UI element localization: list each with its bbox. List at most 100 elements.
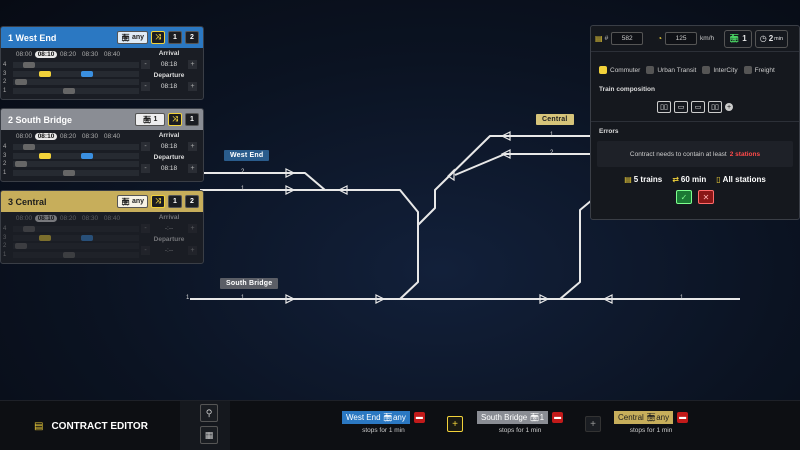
contract-summary: ▤ 5 trains ⇄ 60 min ▯ All stations [591,175,799,184]
departure-plus-button[interactable]: + [188,164,197,173]
platform-track[interactable] [13,161,139,168]
platform-number: 2 [3,79,7,86]
contract-details-panel: ▤ # 582 ◔ 125 km/h 🚋︎ 1 ◷ 2 min Commuter… [590,25,800,220]
shuffle-button[interactable]: ⤨ [168,113,182,126]
delete-stop-button[interactable]: ▬ [552,412,564,423]
platform-track[interactable] [13,243,139,250]
wagon-icon[interactable]: ▭ [691,101,705,113]
checkbox-unchecked[interactable] [743,66,752,74]
platform-track[interactable] [13,79,139,86]
train-slot[interactable] [15,79,27,86]
train-slot[interactable] [81,152,93,159]
station-card-west-end[interactable]: 1 West End 🚋︎ any ⤨ 1 2 08:00 08:10 08:2… [0,26,204,100]
station-card-header[interactable]: 3 Central 🚋︎ any ⤨ 1 2 [1,191,203,212]
station-card-header[interactable]: 1 West End 🚋︎ any ⤨ 1 2 [1,27,203,48]
station-card-central[interactable]: 3 Central 🚋︎ any ⤨ 1 2 08:00 08:10 08:20… [0,190,204,264]
arrival-plus-button[interactable]: + [188,142,197,151]
train-slot[interactable] [63,169,75,176]
platform-track[interactable] [13,152,139,159]
checkbox-checked[interactable] [599,66,607,74]
departure-plus-button[interactable]: + [188,246,197,255]
stop-one-button[interactable]: 1 [168,195,182,208]
contract-number-input[interactable]: 582 [611,32,644,45]
delete-stop-button[interactable]: ▬ [677,412,689,423]
station-icon: ▯ [716,175,721,184]
stop-count-button[interactable]: 2 [185,31,199,44]
train-type-chip[interactable]: 🚋︎ any [117,195,148,208]
train-slot[interactable] [81,234,93,241]
arrival-minus-button[interactable]: - [141,142,150,151]
checkbox-unchecked[interactable] [646,66,655,74]
platform-track[interactable] [13,226,139,233]
platform-track[interactable] [13,144,139,151]
train-count-box[interactable]: 🚋︎ 1 [724,29,752,48]
add-stop-button[interactable]: + [447,416,463,432]
train-slot[interactable] [81,70,93,77]
train-slot[interactable] [15,243,27,250]
train-type-chip[interactable]: 🚋︎ 1 [135,113,165,126]
arrival-minus-button[interactable]: - [141,60,150,69]
locomotive-icon[interactable]: ▯▯ [708,101,722,113]
platform-track[interactable] [13,70,139,77]
stop-count-button[interactable]: 2 [185,195,199,208]
grid-button[interactable]: ▦ [200,426,218,444]
stop-item-west-end[interactable]: West End 🚋︎ any ▬ stops for 1 min [342,411,425,434]
duration-box[interactable]: ◷ 2 min [754,29,789,48]
add-stop-button[interactable]: + [585,416,601,432]
sign-central[interactable]: Central [536,114,574,125]
platform-track[interactable] [13,234,139,241]
departure-minus-button[interactable]: - [141,164,150,173]
add-wagon-icon[interactable]: + [725,103,733,111]
category-urban-transit[interactable]: Urban Transit [646,66,696,74]
delete-stop-button[interactable]: ▬ [413,412,425,423]
train-type-chip[interactable]: 🚋︎ any [117,31,148,44]
arrival-minus-button[interactable]: - [141,224,150,233]
category-freight[interactable]: Freight [743,66,775,74]
stop-count-button[interactable]: 1 [185,113,199,126]
schedule-timeline[interactable]: 08:00 08:10 08:20 08:30 08:40 4 3 2 1 [3,132,141,180]
train-slot[interactable] [39,234,51,241]
train-slot[interactable] [63,251,75,258]
shuffle-button[interactable]: ⤨ [151,195,165,208]
checkbox-unchecked[interactable] [702,66,711,74]
stop-name[interactable]: South Bridge 🚋︎ 1 [477,411,549,424]
category-intercity[interactable]: InterCity [702,66,738,74]
train-slot[interactable] [39,70,51,77]
train-slot[interactable] [23,226,35,233]
stop-item-south-bridge[interactable]: South Bridge 🚋︎ 1 ▬ stops for 1 min [477,411,564,434]
category-commuter[interactable]: Commuter [599,66,640,74]
schedule-timeline[interactable]: 08:00 08:10 08:20 08:30 08:40 4 3 2 1 [3,214,141,262]
stop-item-central[interactable]: Central 🚋︎ any ▬ stops for 1 min [614,411,689,434]
confirm-button[interactable]: ✓ [676,190,692,204]
cancel-button[interactable]: ✕ [698,190,714,204]
departure-minus-button[interactable]: - [141,82,150,91]
stop-name[interactable]: West End 🚋︎ any [342,411,410,424]
train-slot[interactable] [15,161,27,168]
platform-track[interactable] [13,251,139,258]
train-slot[interactable] [23,62,35,69]
sign-west-end[interactable]: West End [224,150,270,161]
arrival-plus-button[interactable]: + [188,224,197,233]
platform-track[interactable] [13,87,139,94]
departure-minus-button[interactable]: - [141,246,150,255]
train-slot[interactable] [39,152,51,159]
departure-plus-button[interactable]: + [188,82,197,91]
departure-value: 08:18 [160,83,178,90]
train-slot[interactable] [23,144,35,151]
station-card-south-bridge[interactable]: 2 South Bridge 🚋︎ 1 ⤨ 1 08:00 08:10 08:2… [0,108,204,182]
train-slot[interactable] [63,87,75,94]
wagon-icon[interactable]: ▭ [674,101,688,113]
platform-track[interactable] [13,169,139,176]
speed-input[interactable]: 125 [665,32,698,45]
locomotive-icon[interactable]: ▯▯ [657,101,671,113]
platform-track[interactable] [13,62,139,69]
shuffle-button[interactable]: ⤨ [151,31,165,44]
time-tick: 08:30 [81,51,99,58]
stop-one-button[interactable]: 1 [168,31,182,44]
location-button[interactable]: ⚲ [200,404,218,422]
arrival-plus-button[interactable]: + [188,60,197,69]
sign-south-bridge[interactable]: South Bridge [220,278,279,289]
station-card-header[interactable]: 2 South Bridge 🚋︎ 1 ⤨ 1 [1,109,203,130]
stop-name[interactable]: Central 🚋︎ any [614,411,674,424]
schedule-timeline[interactable]: 08:00 08:10 08:20 08:30 08:40 4 3 2 1 [3,50,141,98]
